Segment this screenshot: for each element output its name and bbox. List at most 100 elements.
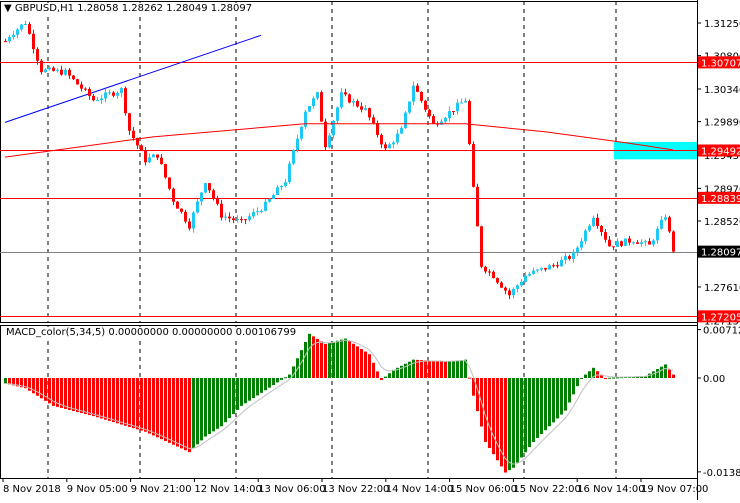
bull-candle — [588, 225, 591, 231]
macd-histogram-bar — [604, 378, 607, 379]
bull-candle — [116, 93, 119, 96]
macd-histogram-bar — [168, 378, 171, 443]
bear-candle — [472, 143, 475, 187]
bear-candle — [164, 164, 167, 178]
bear-candle — [348, 94, 351, 103]
bear-candle — [468, 101, 471, 144]
macd-histogram-bar — [564, 378, 567, 411]
bull-candle — [256, 211, 259, 213]
bull-candle — [572, 252, 575, 259]
macd-histogram-bar — [256, 378, 259, 396]
chart-window[interactable]: 1.312501.308001.303401.298901.294301.289… — [0, 0, 740, 500]
bull-candle — [64, 69, 67, 75]
bull-candle — [460, 102, 463, 104]
bear-candle — [420, 91, 423, 101]
macd-histogram-bar — [432, 360, 435, 378]
bull-candle — [404, 112, 407, 128]
bear-candle — [68, 69, 71, 76]
macd-histogram-bar — [356, 346, 359, 378]
macd-histogram-bar — [336, 340, 339, 378]
bear-candle — [184, 211, 187, 222]
moving-average-line — [4, 123, 674, 158]
bear-candle — [228, 216, 231, 219]
bear-candle — [596, 217, 599, 227]
macd-histogram-bar — [176, 378, 179, 447]
macd-histogram-bar — [544, 378, 547, 431]
macd-histogram-bar — [388, 373, 391, 378]
dropdown-triangle-icon[interactable]: ▼ — [4, 3, 12, 14]
macd-histogram-bar — [468, 377, 471, 379]
macd-histogram-bar — [568, 378, 571, 403]
macd-histogram-bar — [252, 378, 255, 399]
bull-candle — [264, 201, 267, 211]
bear-candle — [344, 92, 347, 95]
bull-candle — [204, 183, 207, 193]
macd-histogram-bar — [552, 378, 555, 423]
price-level-label: 1.28839 — [701, 194, 740, 205]
bull-candle — [336, 107, 339, 121]
bull-candle — [540, 267, 543, 270]
macd-histogram-bar — [436, 361, 439, 378]
macd-histogram-bar — [588, 371, 591, 378]
bear-candle — [500, 282, 503, 288]
bull-candle — [412, 85, 415, 102]
bear-candle — [220, 203, 223, 218]
bear-candle — [88, 89, 91, 96]
macd-histogram-bar — [100, 378, 103, 419]
bull-candle — [560, 259, 563, 267]
bear-candle — [240, 219, 243, 221]
macd-histogram-bar — [444, 361, 447, 378]
bull-candle — [388, 144, 391, 149]
bull-candle — [400, 127, 403, 134]
bull-candle — [100, 98, 103, 101]
time-label: 13 Nov 22:00 — [322, 484, 389, 495]
bear-candle — [168, 177, 171, 189]
bear-candle — [484, 266, 487, 272]
bull-candle — [280, 186, 283, 188]
bear-candle — [636, 242, 639, 244]
macd-histogram-bar — [216, 378, 219, 429]
bull-candle — [108, 92, 111, 94]
bull-candle — [12, 34, 15, 37]
bear-candle — [28, 24, 31, 34]
bear-candle — [376, 122, 379, 136]
bear-candle — [36, 49, 39, 61]
macd-histogram-bar — [608, 377, 611, 379]
macd-tick-label: -0.013802 — [703, 468, 740, 479]
time-label: 14 Nov 14:00 — [386, 484, 453, 495]
bull-candle — [152, 154, 155, 158]
time-label: 8 Nov 2018 — [3, 484, 61, 495]
bear-candle — [160, 157, 163, 165]
macd-histogram-bar — [196, 378, 199, 445]
macd-histogram-bar — [492, 378, 495, 455]
bear-candle — [556, 265, 559, 267]
bull-candle — [96, 100, 99, 102]
bull-candle — [236, 219, 239, 221]
bear-candle — [380, 135, 383, 145]
bull-candle — [580, 241, 583, 248]
macd-histogram-bar — [352, 343, 355, 378]
macd-histogram-bar — [104, 378, 107, 420]
bull-candle — [304, 111, 307, 127]
ohlc-values: 1.28058 1.28262 1.28049 1.28097 — [77, 3, 253, 14]
macd-histogram-bar — [536, 378, 539, 439]
bear-candle — [668, 217, 671, 232]
bull-candle — [104, 92, 107, 99]
bear-candle — [244, 219, 247, 221]
time-label: 15 Nov 06:00 — [450, 484, 517, 495]
time-label: 13 Nov 06:00 — [258, 484, 325, 495]
macd-histogram-bar — [660, 366, 663, 378]
macd-histogram-bar — [340, 339, 343, 378]
bear-candle — [384, 144, 387, 149]
bull-candle — [456, 102, 459, 112]
bull-candle — [48, 67, 51, 70]
macd-histogram-bar — [128, 378, 131, 427]
price-chart[interactable]: 1.312501.308001.303401.298901.294301.289… — [0, 0, 740, 500]
bear-candle — [144, 150, 147, 163]
trend-line — [4, 34, 262, 123]
bull-candle — [660, 219, 663, 229]
bear-candle — [60, 69, 63, 75]
symbol-label: GBPUSD,H1 — [14, 3, 74, 14]
chart-title: ▼ GBPUSD,H1 1.28058 1.28262 1.28049 1.28… — [4, 3, 253, 14]
bull-candle — [644, 241, 647, 243]
